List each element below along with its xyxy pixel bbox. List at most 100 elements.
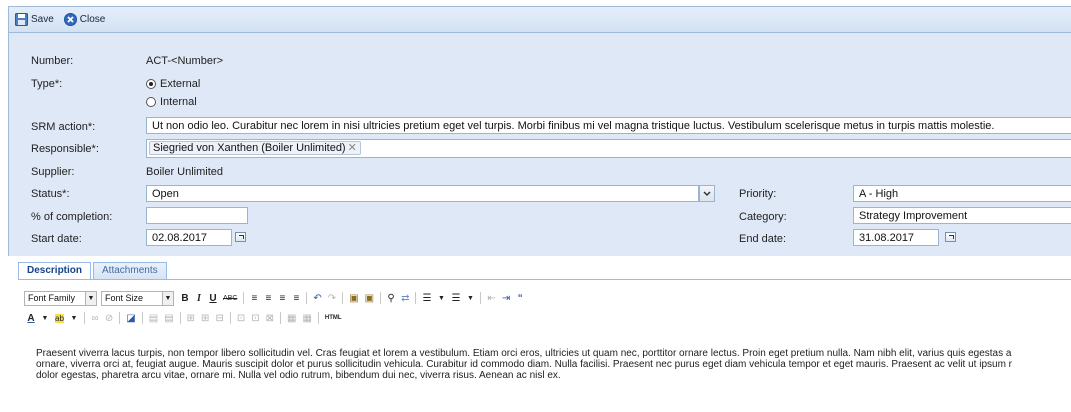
strikethrough-icon[interactable]: ABC: [223, 295, 237, 302]
save-button[interactable]: Save: [15, 13, 54, 26]
edit-image-icon[interactable]: ◪: [126, 313, 135, 324]
content-line: dolor egestas, pharetra arcu vitae, orna…: [36, 370, 561, 381]
calendar-icon[interactable]: [945, 232, 956, 242]
tab-divider: [18, 279, 1071, 280]
insert-row-icon[interactable]: ⊞: [187, 313, 195, 324]
outdent-icon[interactable]: ⇤: [487, 293, 495, 304]
split-cells-icon[interactable]: ⊡: [251, 313, 259, 324]
tab-strip: Description Attachments: [18, 262, 169, 280]
bullet-list-icon[interactable]: ☰: [422, 293, 431, 304]
toolbar-divider: [83, 312, 85, 324]
status-label: Status*:: [31, 188, 70, 200]
toolbar-divider: [141, 312, 143, 324]
supplier-value: Boiler Unlimited: [146, 166, 224, 178]
toolbar-divider: [380, 292, 382, 304]
row-props-icon[interactable]: ▦: [302, 313, 311, 324]
chevron-down-icon[interactable]: ▼: [86, 290, 97, 306]
responsible-input[interactable]: Siegried von Xanthen (Boiler Unlimited) ✕: [146, 139, 1071, 158]
replace-icon[interactable]: ⇄: [401, 293, 409, 304]
chevron-down-icon: [703, 190, 711, 196]
top-toolbar: Save Close: [8, 6, 1071, 33]
toolbar-divider: [179, 312, 181, 324]
html-source-button[interactable]: HTML: [325, 315, 342, 321]
font-family-select[interactable]: Font Family: [24, 290, 86, 306]
blockquote-icon[interactable]: “: [516, 293, 524, 304]
responsible-tag: Siegried von Xanthen (Boiler Unlimited) ✕: [149, 141, 361, 155]
align-justify-icon[interactable]: ≡: [292, 293, 300, 304]
type-radio-internal[interactable]: Internal: [146, 96, 197, 108]
italic-icon[interactable]: I: [195, 293, 203, 304]
status-dropdown-button[interactable]: [699, 185, 715, 202]
remove-tag-icon[interactable]: ✕: [348, 142, 357, 154]
toolbar-divider: [229, 312, 231, 324]
chevron-down-icon[interactable]: ▼: [41, 315, 49, 322]
tab-description[interactable]: Description: [18, 262, 92, 280]
start-date-label: Start date:: [31, 233, 82, 245]
priority-select[interactable]: A - High: [853, 185, 1071, 202]
paste-word-icon[interactable]: ▣: [365, 293, 374, 304]
redo-icon[interactable]: ↷: [328, 293, 336, 304]
underline-icon[interactable]: U: [209, 293, 217, 304]
align-center-icon[interactable]: ≡: [264, 293, 272, 304]
align-left-icon[interactable]: ≡: [250, 293, 258, 304]
category-label: Category:: [739, 211, 787, 223]
close-button[interactable]: Close: [63, 13, 106, 26]
category-select[interactable]: Strategy Improvement: [853, 207, 1071, 224]
editor-content[interactable]: Praesent viverra lacus turpis, non tempo…: [36, 348, 1071, 381]
toolbar-divider: [119, 312, 121, 324]
srm-action-label: SRM action*:: [31, 121, 96, 133]
text-color-icon[interactable]: A: [27, 313, 35, 324]
merge-cells-icon[interactable]: ⊡: [237, 313, 245, 324]
chevron-down-icon[interactable]: ▼: [437, 295, 445, 302]
tab-attachments[interactable]: Attachments: [93, 262, 167, 279]
type-external-label: External: [160, 78, 201, 90]
table-props-icon[interactable]: ▤: [164, 313, 173, 324]
table-delete-icon[interactable]: ⊠: [266, 313, 274, 324]
supplier-label: Supplier:: [31, 166, 75, 178]
undo-icon[interactable]: ↶: [313, 293, 321, 304]
toolbar-divider: [317, 312, 319, 324]
completion-input[interactable]: [146, 207, 248, 224]
highlight-color-icon[interactable]: ab: [55, 313, 64, 323]
editor-toolbar-row2: A ▼ ab ▼ ∞ ⊘ ◪ ▤ ▤ ⊞ ⊞ ⊟ ⊡ ⊡ ⊠ ▦ ▦ HTML: [24, 310, 1071, 326]
end-date-label: End date:: [739, 233, 787, 245]
completion-label: % of completion:: [31, 211, 113, 223]
toolbar-divider: [243, 292, 245, 304]
type-label: Type*:: [31, 78, 63, 90]
chevron-down-icon[interactable]: ▼: [466, 295, 474, 302]
chevron-down-icon[interactable]: ▼: [163, 290, 174, 306]
unlink-icon[interactable]: ⊘: [105, 313, 113, 324]
toolbar-divider: [342, 292, 344, 304]
delete-row-icon[interactable]: ⊟: [215, 313, 223, 324]
end-date-input[interactable]: 31.08.2017: [853, 229, 939, 246]
cell-props-icon[interactable]: ▦: [287, 313, 296, 324]
radio-unselected-icon: [146, 97, 156, 107]
save-label: Save: [31, 14, 54, 25]
bold-icon[interactable]: B: [181, 293, 189, 304]
link-icon[interactable]: ∞: [91, 313, 99, 324]
chevron-down-icon[interactable]: ▼: [70, 315, 78, 322]
align-right-icon[interactable]: ≡: [278, 293, 286, 304]
start-date-input[interactable]: 02.08.2017: [146, 229, 232, 246]
type-radio-external[interactable]: External: [146, 78, 200, 90]
editor-toolbar-row1: Font Family ▼ Font Size ▼ B I U ABC ≡ ≡ …: [24, 290, 1071, 306]
font-size-select[interactable]: Font Size: [101, 290, 163, 306]
indent-icon[interactable]: ⇥: [502, 293, 510, 304]
calendar-icon[interactable]: [235, 232, 246, 242]
paste-text-icon[interactable]: ▣: [349, 293, 358, 304]
number-value: ACT-<Number>: [146, 55, 224, 67]
srm-action-input[interactable]: Ut non odio leo. Curabitur nec lorem in …: [146, 117, 1071, 134]
toolbar-divider: [280, 312, 281, 324]
find-icon[interactable]: ⚲: [387, 293, 395, 304]
priority-label: Priority:: [739, 188, 777, 200]
close-icon: [63, 13, 77, 26]
status-select[interactable]: Open: [146, 185, 699, 202]
content-line: Praesent viverra lacus turpis, non tempo…: [36, 348, 1012, 359]
close-label: Close: [79, 14, 106, 25]
number-label: Number:: [31, 55, 74, 67]
numbered-list-icon[interactable]: ☰: [451, 293, 460, 304]
table-icon[interactable]: ▤: [149, 313, 158, 324]
responsible-label: Responsible*:: [31, 143, 99, 155]
insert-col-icon[interactable]: ⊞: [201, 313, 209, 324]
save-icon: [15, 13, 28, 26]
